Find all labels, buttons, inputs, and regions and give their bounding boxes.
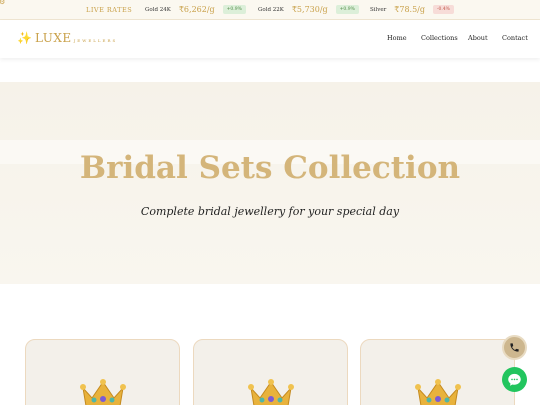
brand-name: LUXE [34,31,72,45]
chat-icon [508,373,521,386]
nav-collections[interactable]: Collections [421,34,458,42]
nav-home[interactable]: Home [387,34,407,42]
page-subtitle: Complete bridal jewellery for your speci… [140,205,400,218]
call-button[interactable] [502,335,527,360]
crown-icon [80,379,126,405]
rate-value: ₹78.5/g [394,5,425,14]
rate-value: ₹5,730/g [291,5,328,14]
collection-card[interactable] [25,339,180,405]
nav-contact[interactable]: Contact [502,34,528,42]
live-rates-bar: ⚙ LIVE RATES Gold 24K ₹6,262/g +0.9% Gol… [0,0,540,20]
rate-silver: Silver ₹78.5/g -0.4% [370,5,454,14]
rate-change-badge: +0.9% [222,5,246,14]
nav-about[interactable]: About [468,34,488,42]
crown-icon [415,379,461,405]
rate-label: Gold 24K [145,6,171,13]
rate-value: ₹6,262/g [178,5,215,14]
live-rates-label: LIVE RATES [86,6,133,14]
brand-logo[interactable]: ✨ LUXE JEWELLERS [17,31,117,45]
corner-gear-icon: ⚙ [0,0,6,6]
collection-card[interactable] [360,339,515,405]
sparkle-icon: ✨ [17,31,32,45]
rate-gold-24k: Gold 24K ₹6,262/g +0.9% [145,5,246,14]
rate-label: Gold 22K [258,6,284,13]
collection-card[interactable] [193,339,348,405]
rate-change-badge: +0.9% [335,5,359,14]
rate-change-badge: -0.4% [433,5,454,14]
brand-subtitle: JEWELLERS [73,38,118,43]
phone-icon [510,343,519,352]
rate-gold-22k: Gold 22K ₹5,730/g +0.9% [258,5,359,14]
chat-button[interactable] [502,367,527,392]
page-title: Bridal Sets Collection [79,150,461,186]
crown-icon [248,379,294,405]
rate-label: Silver [370,6,387,13]
hero-section: Bridal Sets Collection Complete bridal j… [0,82,540,284]
site-header: ✨ LUXE JEWELLERS Home Collections About … [0,20,540,58]
